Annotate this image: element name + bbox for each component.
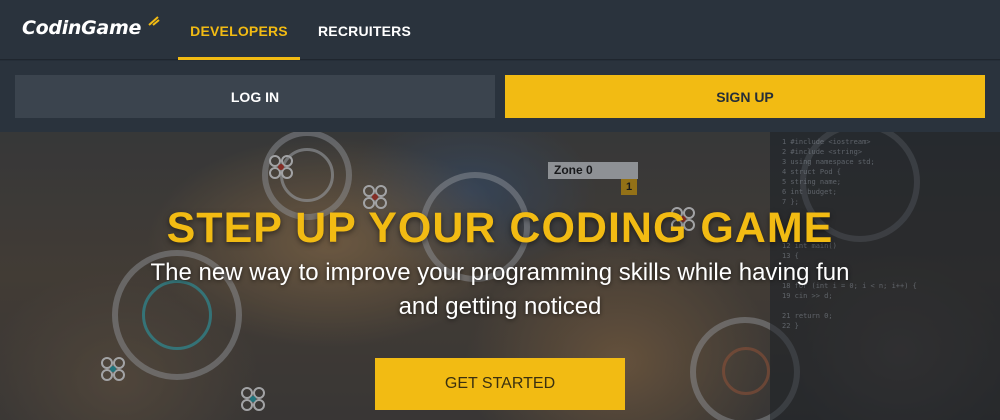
hero-subtitle: The new way to improve your programming … — [0, 256, 1000, 324]
signup-button[interactable]: SIGN UP — [505, 75, 985, 118]
get-started-button[interactable]: GET STARTED — [375, 358, 625, 410]
tab-developers[interactable]: DEVELOPERS — [178, 0, 300, 60]
top-navigation-bar: CodinGame DEVELOPERS RECRUITERS — [0, 0, 1000, 60]
auth-bar: LOG IN SIGN UP — [0, 61, 1000, 132]
hero-title: STEP UP YOUR CODING GAME — [166, 204, 834, 252]
hero-banner: 1 #include <iostream> 2 #include <string… — [0, 132, 1000, 420]
codingame-logo[interactable]: CodinGame — [22, 17, 141, 39]
spark-icon — [148, 16, 160, 26]
hero-subtitle-line: and getting noticed — [398, 293, 602, 320]
login-button[interactable]: LOG IN — [15, 75, 495, 118]
hero-subtitle-line: The new way to improve your programming … — [150, 259, 850, 286]
tab-recruiters[interactable]: RECRUITERS — [318, 0, 411, 60]
